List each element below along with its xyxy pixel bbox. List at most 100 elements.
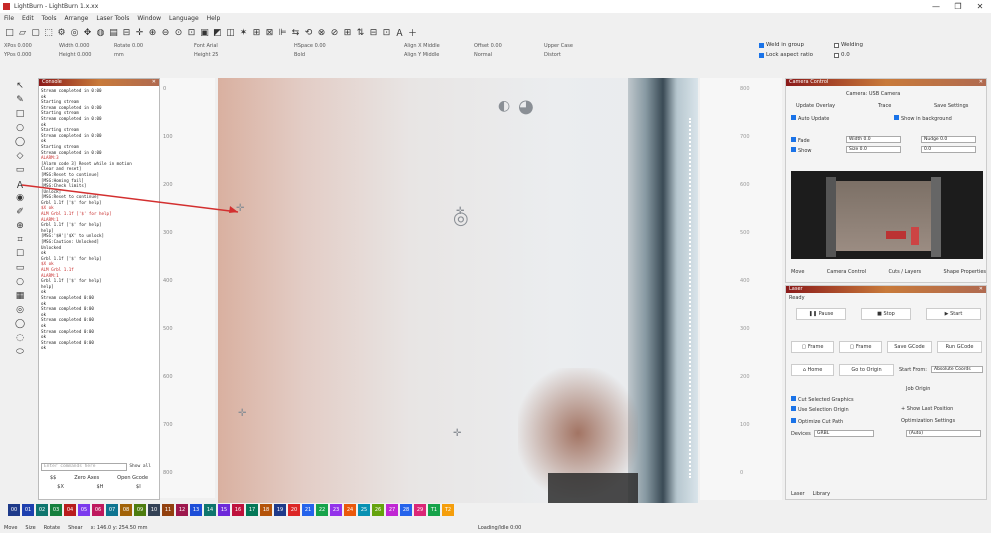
port-select[interactable]: (Auto) <box>906 430 981 437</box>
rotate-icon[interactable]: ⟲ <box>303 27 314 38</box>
color-swatch[interactable]: 27 <box>386 504 398 516</box>
close-icon[interactable]: ✕ <box>969 0 991 13</box>
drawing-tool-icon[interactable]: ↖ <box>14 80 26 92</box>
show-all-checkbox[interactable]: Show all <box>127 463 153 471</box>
toolbar-field[interactable]: Align Y Middle <box>404 51 440 60</box>
color-swatch[interactable]: 15 <box>218 504 230 516</box>
save-gcode-button[interactable]: Save GCode <box>887 341 932 353</box>
toolbar-field[interactable]: Font Arial <box>194 42 218 51</box>
toolbar-field[interactable]: Offset 0.00 <box>474 42 502 51</box>
tab-cuts-layers[interactable]: Cuts / Layers <box>888 269 921 275</box>
camera-capture-icon[interactable]: ▣ <box>199 27 210 38</box>
color-swatch[interactable]: 13 <box>190 504 202 516</box>
drawing-tool-icon[interactable]: ◯ <box>14 136 26 148</box>
mirror-icon[interactable]: ⇆ <box>290 27 301 38</box>
move-icon[interactable]: ✥ <box>82 27 93 38</box>
status-size[interactable]: Size <box>25 525 35 531</box>
workspace-canvas[interactable]: ✛ ◎ ✛ ◐ ◕ ✛ ✛ <box>218 78 698 503</box>
drawing-tool-icon[interactable]: ○ <box>14 122 26 134</box>
color-swatch[interactable]: 06 <box>92 504 104 516</box>
plus-icon[interactable]: ＋ <box>407 27 418 39</box>
offset-icon[interactable]: ⊡ <box>381 27 392 38</box>
color-swatch[interactable]: 24 <box>344 504 356 516</box>
drawing-tool-icon[interactable]: ◯ <box>14 318 26 330</box>
menu-arrange[interactable]: Arrange <box>64 15 88 22</box>
color-swatch[interactable]: 29 <box>414 504 426 516</box>
trace-button[interactable]: Trace <box>878 103 891 109</box>
color-swatch[interactable]: 16 <box>232 504 244 516</box>
show-size-spinbox[interactable]: 0.0 <box>921 146 976 153</box>
auto-update-checkbox[interactable]: Auto Update <box>791 115 829 122</box>
drawing-tool-icon[interactable]: □ <box>14 108 26 120</box>
fade-width-spinbox[interactable]: Nudge 0.0 <box>921 136 976 143</box>
canvas-scrollbar[interactable] <box>689 118 692 478</box>
drawing-tool-icon[interactable]: ◎ <box>14 304 26 316</box>
settings-icon[interactable]: ⚙ <box>56 27 67 38</box>
drawing-tool-icon[interactable]: ○ <box>14 276 26 288</box>
group-icon[interactable]: ⊞ <box>251 27 262 38</box>
color-swatch[interactable]: 08 <box>120 504 132 516</box>
pause-button[interactable]: ❚❚ Pause <box>796 308 846 320</box>
menu-help[interactable]: Help <box>207 15 221 22</box>
drawing-tool-icon[interactable]: ◉ <box>14 192 26 204</box>
frame-circle-button[interactable]: ▢ Frame <box>839 341 882 353</box>
drawing-tool-icon[interactable]: Ａ <box>14 178 26 191</box>
status-shear[interactable]: Shear <box>68 525 83 531</box>
start-button[interactable]: ▶ Start <box>926 308 981 320</box>
status-move[interactable]: Move <box>4 525 17 531</box>
color-swatch[interactable]: 26 <box>372 504 384 516</box>
tab-move[interactable]: Move <box>791 269 804 275</box>
toolbar-field[interactable]: YPos 0.000 <box>4 51 32 60</box>
flip-icon[interactable]: ⇅ <box>355 27 366 38</box>
macro-button-settings[interactable]: $$ <box>50 474 56 483</box>
pan-icon[interactable]: ✛ <box>134 27 145 38</box>
color-swatch[interactable]: 03 <box>50 504 62 516</box>
print-icon[interactable]: ▤ <box>108 27 119 38</box>
console-command-input[interactable]: Enter commands here <box>41 463 128 471</box>
macro-button-open-gcode[interactable]: Open Gcode <box>117 474 148 483</box>
go-to-origin-button[interactable]: Go to Origin <box>839 364 894 376</box>
color-swatch[interactable]: 02 <box>36 504 48 516</box>
color-swatch[interactable]: 18 <box>260 504 272 516</box>
optimize-cut-path-checkbox[interactable]: Optimize Cut Path <box>791 418 843 425</box>
drawing-tool-icon[interactable]: ✐ <box>14 206 26 218</box>
stop-button[interactable]: ■ Stop <box>861 308 911 320</box>
fade-spinbox[interactable]: Width 0.0 <box>846 136 901 143</box>
toolbar-field[interactable]: Align X Middle <box>404 42 440 51</box>
tab-library[interactable]: Library <box>813 491 830 497</box>
status-rotate[interactable]: Rotate <box>44 525 60 531</box>
camera-icon[interactable]: ◎ <box>69 27 80 38</box>
color-swatch[interactable]: 01 <box>22 504 34 516</box>
delete-icon[interactable]: ⊟ <box>121 27 132 38</box>
device-select[interactable]: GRBL <box>814 430 874 437</box>
drawing-tool-icon[interactable]: ◌ <box>14 332 26 344</box>
color-swatch[interactable]: 07 <box>106 504 118 516</box>
toolbar-field[interactable]: Width 0.000 <box>59 42 91 51</box>
toolbar-field[interactable]: Upper Case <box>544 42 573 51</box>
menu-file[interactable]: File <box>4 15 14 22</box>
zoom-fit-icon[interactable]: ⊙ <box>173 27 184 38</box>
toolbar-field[interactable]: Rotate 0.00 <box>114 42 143 51</box>
text-icon[interactable]: Ａ <box>394 27 405 39</box>
zoom-out-icon[interactable]: ⊖ <box>160 27 171 38</box>
drawing-tool-icon[interactable]: ⬭ <box>14 346 26 358</box>
tab-laser[interactable]: Laser <box>791 491 805 497</box>
color-swatch[interactable]: 09 <box>134 504 146 516</box>
update-overlay-button[interactable]: Update Overlay <box>796 103 835 109</box>
macro-button-info[interactable]: $I <box>136 483 141 492</box>
color-swatch[interactable]: 17 <box>246 504 258 516</box>
show-spinbox[interactable]: Size 0.0 <box>846 146 901 153</box>
open-icon[interactable]: ▱ <box>17 27 28 38</box>
align-icon[interactable]: ⊫ <box>277 27 288 38</box>
color-swatch[interactable]: 11 <box>162 504 174 516</box>
show-last-position-button[interactable]: + Show Last Position <box>901 406 953 412</box>
drawing-tool-icon[interactable]: ▭ <box>14 164 26 176</box>
start-from-select[interactable]: Absolute Coords <box>931 366 983 373</box>
toolbar-field[interactable]: mm <box>114 51 143 60</box>
tab-shape-properties[interactable]: Shape Properties <box>943 269 986 275</box>
drawing-tool-icon[interactable]: ▦ <box>14 290 26 302</box>
devices-button[interactable]: Devices <box>791 431 811 437</box>
toolbar-checkbox[interactable]: Lock aspect ratio <box>759 52 813 58</box>
optimization-settings-button[interactable]: Optimization Settings <box>901 418 955 424</box>
toolbar-field[interactable]: HSpace 0.00 <box>294 42 326 51</box>
